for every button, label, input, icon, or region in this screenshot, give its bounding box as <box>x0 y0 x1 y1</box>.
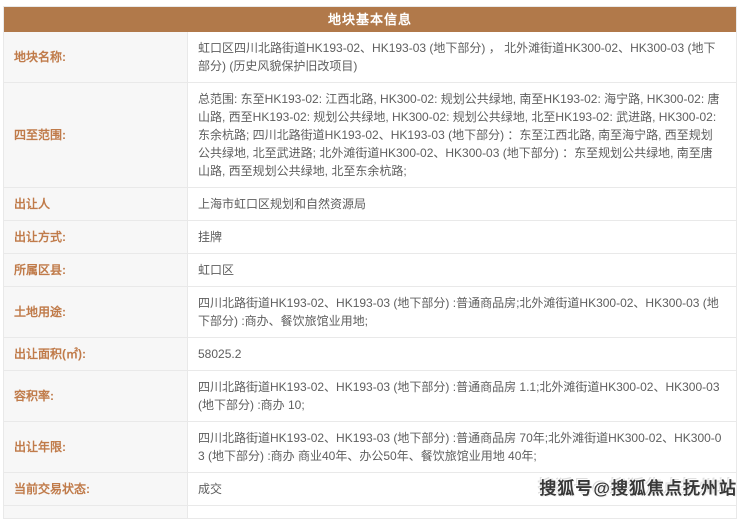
table-row: 出让人 上海市虹口区规划和自然资源局 <box>4 188 736 221</box>
row-value-grantor: 上海市虹口区规划和自然资源局 <box>188 188 736 220</box>
table-header-title: 地块基本信息 <box>4 7 736 32</box>
table-row: 土地用途: 四川北路街道HK193-02、HK193-03 (地下部分) :普通… <box>4 287 736 338</box>
row-label-land-use: 土地用途: <box>4 287 188 337</box>
row-value-land-use: 四川北路街道HK193-02、HK193-03 (地下部分) :普通商品房;北外… <box>188 287 736 337</box>
row-label-grantor: 出让人 <box>4 188 188 220</box>
row-label-transaction-status: 当前交易状态: <box>4 473 188 505</box>
table-row: 出让方式: 挂牌 <box>4 221 736 254</box>
row-value-transfer-method: 挂牌 <box>188 221 736 253</box>
table-row-partial <box>4 506 736 519</box>
row-value-partial <box>188 506 736 518</box>
land-parcel-info-table: 地块基本信息 地块名称: 虹口区四川北路街道HK193-02、HK193-03 … <box>3 6 737 519</box>
row-label-boundaries: 四至范围: <box>4 83 188 187</box>
row-label-partial <box>4 506 188 518</box>
row-value-plot-ratio: 四川北路街道HK193-02、HK193-03 (地下部分) :普通商品房 1.… <box>188 371 736 421</box>
row-label-transfer-area: 出让面积(㎡): <box>4 338 188 370</box>
row-value-transfer-term: 四川北路街道HK193-02、HK193-03 (地下部分) :普通商品房 70… <box>188 422 736 472</box>
table-row: 四至范围: 总范围: 东至HK193-02: 江西北路, HK300-02: 规… <box>4 83 736 188</box>
table-row: 容积率: 四川北路街道HK193-02、HK193-03 (地下部分) :普通商… <box>4 371 736 422</box>
table-row: 出让年限: 四川北路街道HK193-02、HK193-03 (地下部分) :普通… <box>4 422 736 473</box>
sohu-watermark: 搜狐号@搜狐焦点抚州站 <box>539 474 737 499</box>
row-label-district: 所属区县: <box>4 254 188 286</box>
table-row: 地块名称: 虹口区四川北路街道HK193-02、HK193-03 (地下部分) … <box>4 32 736 83</box>
row-value-transfer-area: 58025.2 <box>188 338 736 370</box>
row-value-parcel-name: 虹口区四川北路街道HK193-02、HK193-03 (地下部分) ， 北外滩街… <box>188 32 736 82</box>
row-value-district: 虹口区 <box>188 254 736 286</box>
row-label-transfer-term: 出让年限: <box>4 422 188 472</box>
table-row: 所属区县: 虹口区 <box>4 254 736 287</box>
row-label-plot-ratio: 容积率: <box>4 371 188 421</box>
row-label-parcel-name: 地块名称: <box>4 32 188 82</box>
row-label-transfer-method: 出让方式: <box>4 221 188 253</box>
row-value-boundaries: 总范围: 东至HK193-02: 江西北路, HK300-02: 规划公共绿地,… <box>188 83 736 187</box>
table-row: 出让面积(㎡): 58025.2 <box>4 338 736 371</box>
